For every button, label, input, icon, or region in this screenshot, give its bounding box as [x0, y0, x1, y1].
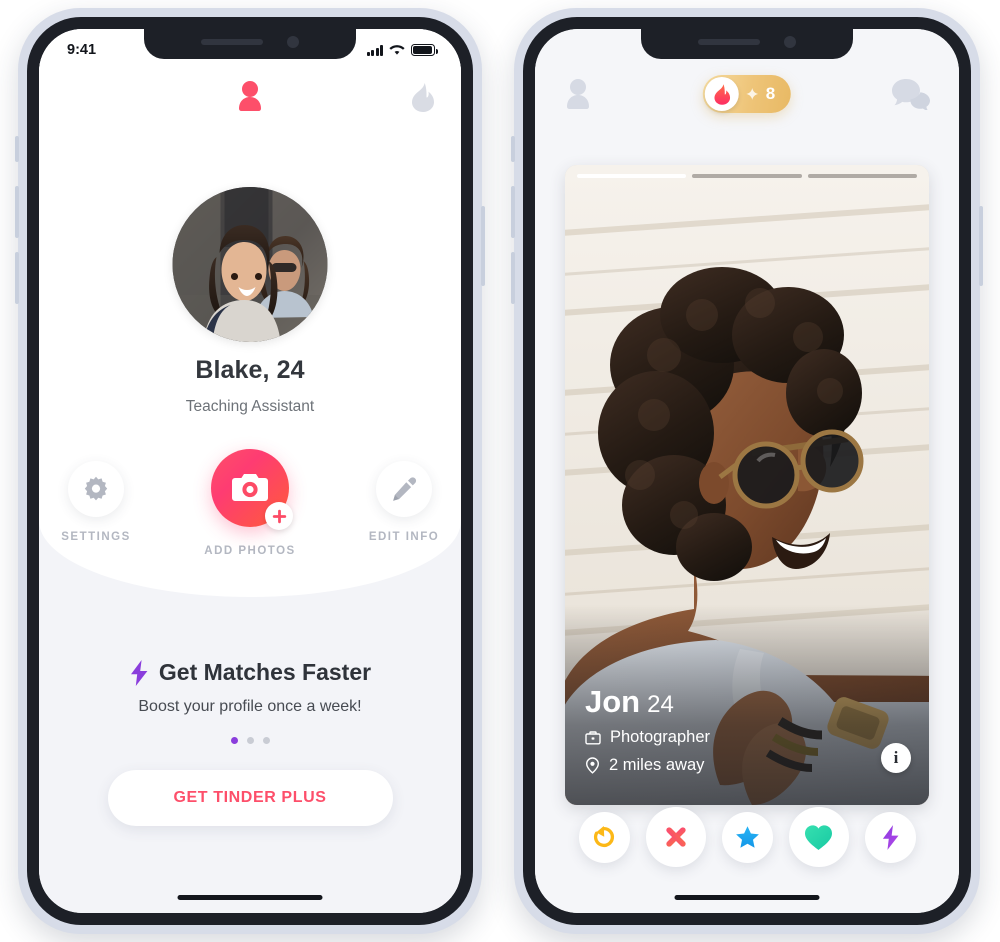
- left-screen-content: Blake, 24 Teaching Assistant SETTINGS AD…: [39, 29, 461, 913]
- card-info: Jon 24 Photographer 2 miles away: [585, 686, 710, 775]
- like-button[interactable]: [788, 807, 849, 867]
- page-title: Blake, 24: [195, 356, 305, 384]
- add-photos-button-label: ADD PHOTOS: [204, 545, 296, 557]
- edit-info-button[interactable]: EDIT INFO: [356, 461, 452, 543]
- rewind-arrow-icon: [593, 826, 615, 847]
- lightning-bolt-icon: [130, 659, 148, 686]
- photo-progress-segment[interactable]: [692, 174, 802, 178]
- add-photos-plus-badge: [265, 502, 293, 530]
- pagination-dot[interactable]: [246, 737, 254, 744]
- right-phone-device: 8 Jon 24 Photographer 2 miles away i: [511, 8, 983, 934]
- gold-badge-flame-circle: [704, 77, 739, 111]
- card-age: 24: [647, 691, 674, 719]
- match-card[interactable]: Jon 24 Photographer 2 miles away i: [565, 165, 929, 805]
- pagination-dot[interactable]: [262, 737, 270, 744]
- card-distance: 2 miles away: [609, 756, 705, 774]
- wifi-icon: [389, 45, 405, 55]
- flame-icon: [713, 83, 730, 105]
- settings-button-label: SETTINGS: [61, 531, 131, 543]
- battery-full-icon: [411, 44, 438, 56]
- gear-icon: [84, 476, 108, 501]
- mute-switch[interactable]: [15, 136, 19, 162]
- volume-up-button[interactable]: [511, 186, 515, 238]
- power-button[interactable]: [481, 206, 485, 286]
- boost-promo-card: Get Matches Faster Boost your profile on…: [39, 659, 461, 826]
- x-cross-icon: [665, 827, 686, 847]
- right-phone-screen: 8 Jon 24 Photographer 2 miles away i: [535, 29, 959, 913]
- boost-button[interactable]: [864, 811, 916, 863]
- lightning-bolt-icon: [882, 824, 898, 850]
- status-bar: 9:41: [39, 29, 461, 65]
- briefcase-icon: [585, 731, 601, 745]
- left-top-bar: [39, 65, 461, 127]
- add-photos-button[interactable]: ADD PHOTOS: [202, 449, 298, 557]
- rewind-button[interactable]: [578, 811, 630, 863]
- earpiece-speaker: [698, 39, 760, 45]
- edit-info-button-label: EDIT INFO: [368, 531, 440, 543]
- add-photos-button-circle: [211, 449, 293, 530]
- avatar-image: [172, 187, 328, 342]
- left-phone-screen: 9:41 Blake, 24 Teaching Assistant SETTIN…: [39, 29, 461, 913]
- sparkle-icon: [746, 87, 759, 100]
- card-distance-row: 2 miles away: [585, 756, 710, 775]
- get-tinder-plus-button[interactable]: GET TINDER PLUS: [107, 770, 393, 826]
- flame-icon-button[interactable]: [411, 83, 435, 117]
- volume-down-button[interactable]: [15, 252, 19, 304]
- promo-title: Get Matches Faster: [158, 659, 372, 685]
- left-phone-bezel: 9:41 Blake, 24 Teaching Assistant SETTIN…: [27, 17, 473, 925]
- mute-switch[interactable]: [511, 136, 515, 162]
- location-pin-icon: [585, 757, 600, 774]
- swipe-actions: [535, 807, 959, 867]
- front-camera: [784, 36, 796, 48]
- volume-down-button[interactable]: [511, 252, 515, 304]
- promo-title-row: Get Matches Faster: [39, 659, 461, 686]
- card-name-row: Jon 24: [585, 686, 710, 719]
- home-indicator[interactable]: [177, 895, 323, 900]
- promo-pagination-dots[interactable]: [39, 737, 461, 744]
- nope-button[interactable]: [645, 807, 706, 867]
- cellular-bars-icon: [366, 45, 383, 56]
- card-occupation-row: Photographer: [585, 728, 710, 747]
- pagination-dot[interactable]: [230, 737, 238, 744]
- tinder-gold-badge[interactable]: 8: [702, 75, 792, 113]
- chat-bubbles-icon[interactable]: [891, 78, 931, 110]
- power-button[interactable]: [979, 206, 983, 286]
- profile-avatar[interactable]: [172, 187, 328, 342]
- camera-icon: [232, 474, 268, 501]
- person-icon[interactable]: [563, 78, 593, 110]
- plus-icon: [272, 509, 286, 523]
- right-screen-content: 8 Jon 24 Photographer 2 miles away i: [535, 29, 959, 913]
- card-info-button[interactable]: i: [881, 743, 911, 773]
- status-time: 9:41: [67, 42, 97, 58]
- superlike-button[interactable]: [721, 811, 773, 863]
- status-indicators: [366, 44, 438, 56]
- photo-progress-segment[interactable]: [577, 174, 687, 178]
- card-occupation: Photographer: [610, 728, 710, 746]
- edit-info-button-circle: [376, 461, 432, 517]
- heart-icon: [805, 824, 832, 850]
- person-icon[interactable]: [235, 80, 265, 112]
- home-indicator[interactable]: [674, 895, 820, 900]
- settings-button-circle: [68, 461, 124, 517]
- pencil-icon: [392, 476, 416, 501]
- photo-progress-segment[interactable]: [807, 174, 917, 178]
- gold-badge-count: 8: [765, 84, 776, 103]
- profile-actions: SETTINGS ADD PHOTOS EDIT INFO: [39, 449, 461, 557]
- card-name: Jon: [585, 684, 641, 720]
- star-icon: [735, 825, 759, 848]
- volume-up-button[interactable]: [15, 186, 19, 238]
- screenshot-stage: 9:41 Blake, 24 Teaching Assistant SETTIN…: [0, 0, 1000, 942]
- photo-progress-segments[interactable]: [577, 174, 917, 178]
- promo-subtitle: Boost your profile once a week!: [138, 698, 362, 715]
- settings-button[interactable]: SETTINGS: [48, 461, 144, 543]
- flame-icon: [412, 83, 434, 112]
- notch: [641, 29, 853, 59]
- left-phone-device: 9:41 Blake, 24 Teaching Assistant SETTIN…: [15, 8, 485, 934]
- right-phone-bezel: 8 Jon 24 Photographer 2 miles away i: [523, 17, 971, 925]
- profile-occupation: Teaching Assistant: [185, 398, 315, 415]
